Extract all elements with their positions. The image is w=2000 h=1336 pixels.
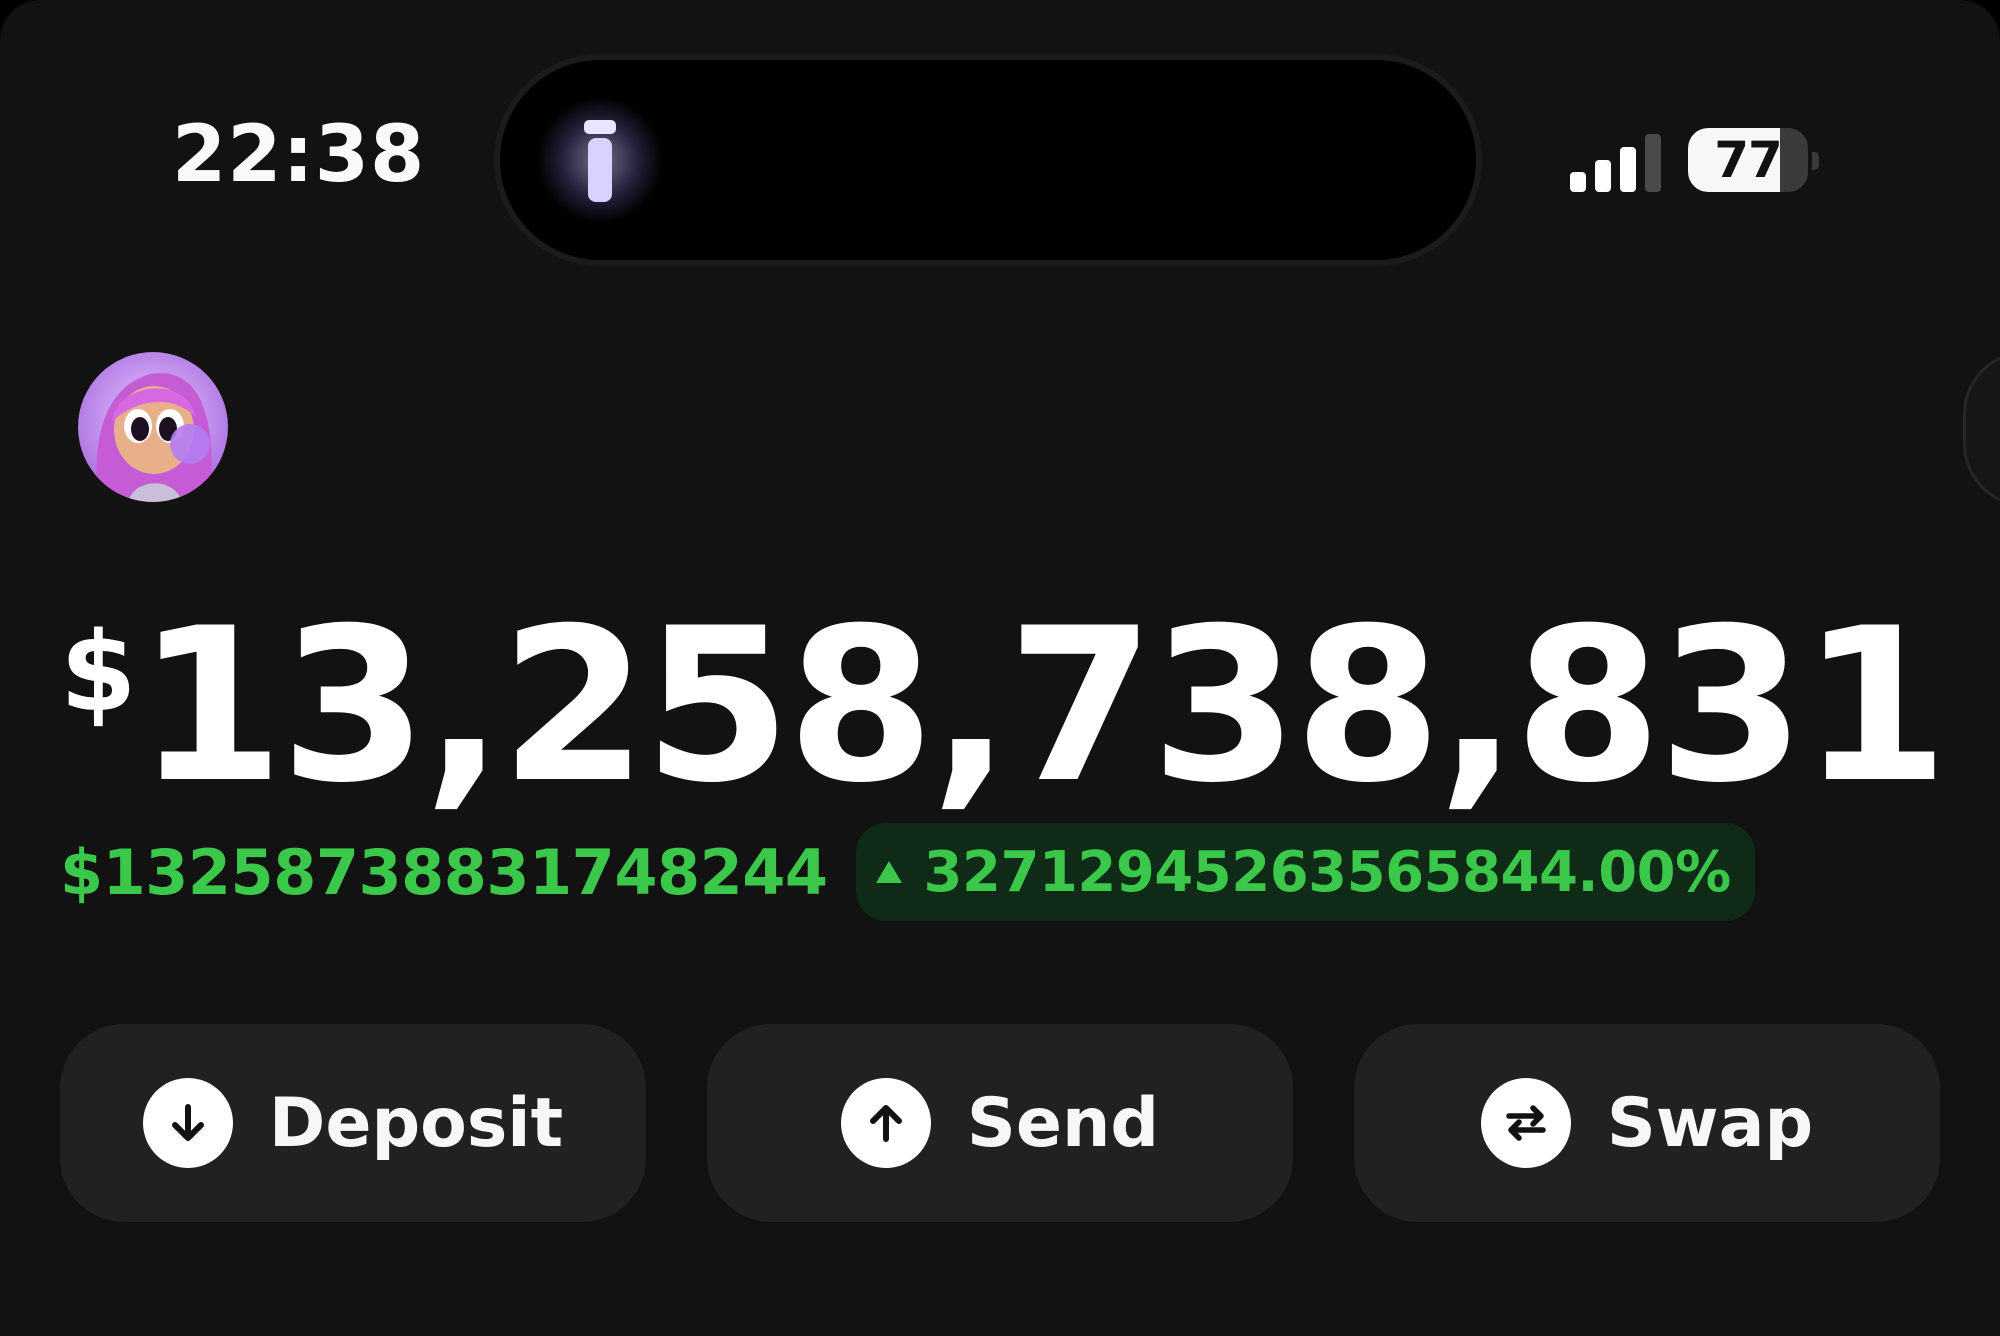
avatar[interactable] — [78, 352, 228, 502]
triangle-up-icon — [875, 861, 902, 883]
swap-icon — [1480, 1078, 1571, 1168]
avatar-icon — [78, 352, 228, 502]
signal-bar — [1620, 147, 1636, 192]
swap-button[interactable]: Swap — [1354, 1024, 1940, 1222]
balance-currency: $ — [60, 608, 137, 736]
wallet-screen: 22:38 77 $13,258,738,831 $13258738831748… — [0, 0, 2000, 1336]
battery-nub — [1812, 152, 1819, 170]
arrow-up-icon — [840, 1078, 931, 1168]
flashlight-icon — [584, 120, 616, 202]
arrow-down-icon — [142, 1078, 233, 1168]
total-balance: $13,258,738,831,7 — [60, 600, 1940, 820]
battery-icon: 77 — [1688, 128, 1808, 192]
side-control[interactable] — [1966, 354, 2000, 504]
swap-label: Swap — [1606, 1083, 1814, 1163]
signal-bar — [1595, 160, 1611, 192]
status-time: 22:38 — [172, 110, 426, 200]
deposit-button[interactable]: Deposit — [60, 1024, 646, 1222]
signal-bar — [1570, 172, 1586, 192]
change-amount: $13258738831748244 — [60, 835, 828, 909]
signal-bar — [1645, 134, 1661, 192]
send-label: Send — [966, 1083, 1160, 1163]
signal-strength-icon — [1570, 134, 1661, 192]
balance-amount: 13,258,738,831,7 — [136, 600, 1940, 820]
send-button[interactable]: Send — [707, 1024, 1293, 1222]
deposit-label: Deposit — [268, 1083, 564, 1163]
balance-change: $13258738831748244 32712945263565844.00% — [60, 822, 1755, 922]
battery-level: 77 — [1714, 131, 1783, 189]
change-percent: 32712945263565844.00% — [923, 839, 1732, 905]
change-percent-badge: 32712945263565844.00% — [855, 823, 1755, 921]
dynamic-island[interactable] — [500, 60, 1476, 260]
